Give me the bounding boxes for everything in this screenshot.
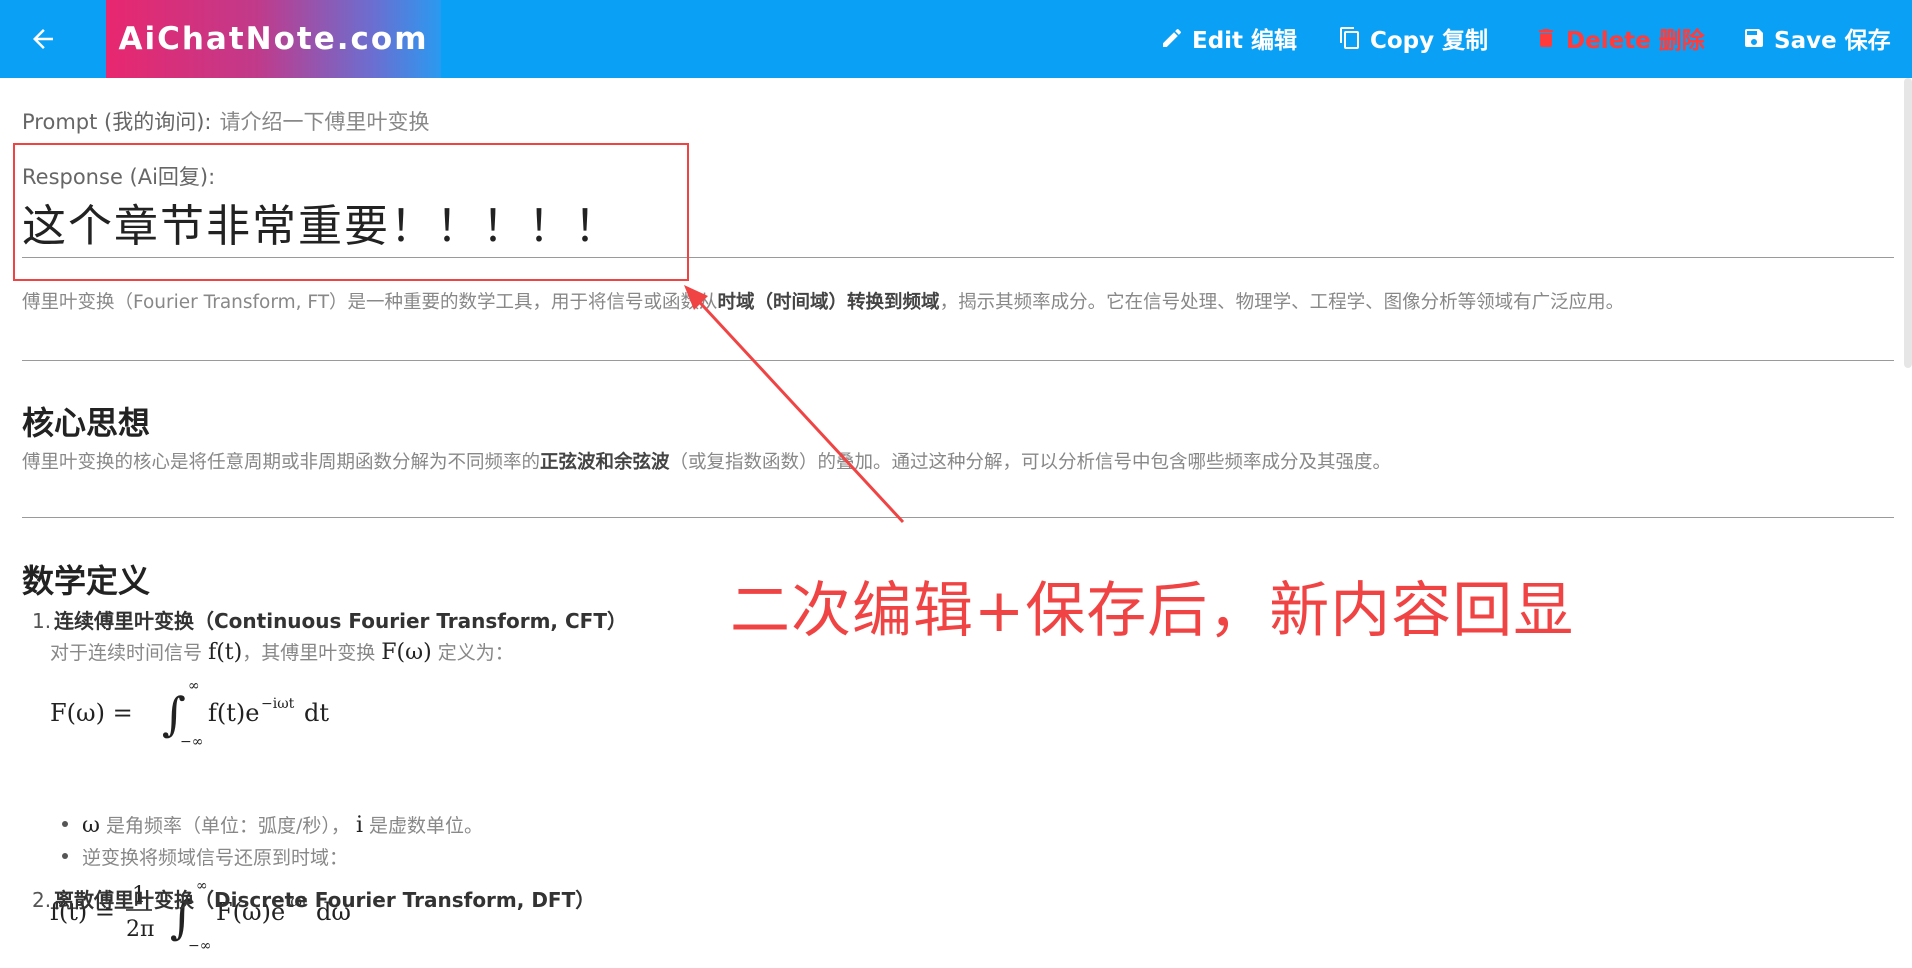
list-number: 2.	[32, 888, 52, 912]
list-item-cft: 1. 连续傅里叶变换（Continuous Fourier Transform, …	[32, 605, 627, 634]
list-item-dft: 2. 离散傅里叶变换（Discrete Fourier Transform, DF…	[32, 884, 595, 913]
svg-text:∫: ∫	[162, 687, 186, 741]
desc-text: 对于连续时间信号	[50, 642, 203, 664]
copy-button-label: Copy 复制	[1370, 28, 1489, 54]
desc-text: 定义为：	[437, 642, 514, 664]
intro-emphasis: 时域（时间域）转换到频域	[717, 292, 940, 313]
math-variable: i	[355, 813, 363, 838]
divider	[22, 360, 1894, 361]
delete-button-label: Delete 删除	[1566, 28, 1705, 54]
save-button-label: Save 保存	[1774, 28, 1891, 54]
svg-text:dt: dt	[304, 699, 329, 727]
core-text: 傅里叶变换的核心是将任意周期或非周期函数分解为不同频率的	[22, 452, 541, 473]
bullet-omega: ω 是角频率（单位：弧度/秒）， i 是虚数单位。	[61, 811, 484, 838]
intro-text: 傅里叶变换（Fourier Transform, FT）是一种重要的数学工具，用…	[22, 292, 718, 313]
vertical-scrollbar[interactable]	[1904, 78, 1912, 368]
list-item-title: 离散傅里叶变换（Discrete Fourier Transform, DFT）	[54, 888, 596, 912]
bullet-text: 是角频率（单位：弧度/秒），	[106, 815, 350, 837]
core-paragraph: 傅里叶变换的核心是将任意周期或非周期函数分解为不同频率的正弦波和余弦波（或复指数…	[22, 448, 1391, 474]
trash-icon	[1539, 29, 1553, 47]
svg-text:−iωt: −iωt	[261, 696, 295, 712]
list-number: 1.	[32, 609, 52, 633]
brand-logo[interactable]: AiChatNote.com	[106, 0, 441, 78]
edit-button-label: Edit 编辑	[1192, 28, 1298, 54]
bullet-inverse: 逆变换将频域信号还原到时域：	[61, 843, 348, 870]
floppy-disk-icon	[1745, 29, 1763, 47]
pencil-icon	[1163, 28, 1182, 47]
brand-name: AiChatNote.com	[118, 21, 429, 57]
math-variable: f(t)	[208, 640, 243, 665]
forward-transform-formula: F(ω) = ∫ ∞ −∞ f(t)e −iωt dt	[50, 678, 329, 748]
svg-text:2π: 2π	[126, 917, 154, 942]
core-text-end: （或复指数函数）的叠加。通过这种分解，可以分析信号中包含哪些频率成分及其强度。	[669, 452, 1392, 473]
list-item-title: 连续傅里叶变换（Continuous Fourier Transform, CF…	[54, 609, 627, 633]
section-heading-core: 核心思想	[22, 404, 151, 442]
core-emphasis: 正弦波和余弦波	[540, 452, 670, 473]
copy-icon	[1340, 27, 1359, 49]
math-variable: ω	[82, 813, 100, 838]
svg-text:F(ω) =: F(ω) =	[50, 699, 133, 727]
save-button[interactable]: Save 保存	[1742, 18, 1891, 58]
svg-text:∞: ∞	[188, 678, 200, 694]
annotation-highlight-box	[13, 143, 689, 281]
edit-button[interactable]: Edit 编辑	[1160, 18, 1297, 58]
prompt-text: 请介绍一下傅里叶变换	[219, 110, 430, 134]
intro-paragraph: 傅里叶变换（Fourier Transform, FT）是一种重要的数学工具，用…	[22, 288, 1624, 314]
top-app-bar: AiChatNote.com Edit 编辑 Copy 复制 Delete 删除…	[0, 0, 1912, 78]
cft-description: 对于连续时间信号 f(t)，其傅里叶变换 F(ω) 定义为：	[50, 638, 514, 665]
bullet-text: 是虚数单位。	[369, 815, 484, 837]
copy-button[interactable]: Copy 复制	[1338, 18, 1488, 58]
divider	[22, 517, 1894, 518]
prompt-label: Prompt (我的询问):	[22, 110, 212, 134]
annotation-caption: 二次编辑+保存后，新内容回显	[730, 576, 1575, 646]
math-variable: F(ω)	[381, 640, 432, 665]
arrow-left-icon	[33, 29, 53, 49]
back-button[interactable]	[18, 14, 68, 64]
delete-button[interactable]: Delete 删除	[1534, 18, 1705, 58]
desc-text: ，其傅里叶变换	[242, 642, 376, 664]
svg-text:−∞: −∞	[180, 734, 203, 748]
svg-text:f(t)e: f(t)e	[208, 699, 259, 727]
intro-text-end: ，揭示其频率成分。它在信号处理、物理学、工程学、图像分析等领域有广泛应用。	[939, 292, 1625, 313]
section-heading-math: 数学定义	[22, 562, 151, 600]
svg-text:−∞: −∞	[188, 938, 211, 954]
prompt-row: Prompt (我的询问): 请介绍一下傅里叶变换	[22, 106, 429, 136]
inverse-transform-formula: f(t) = 1 2π ∫ ∞ −∞ F(ω)e iωt dω	[50, 878, 351, 954]
